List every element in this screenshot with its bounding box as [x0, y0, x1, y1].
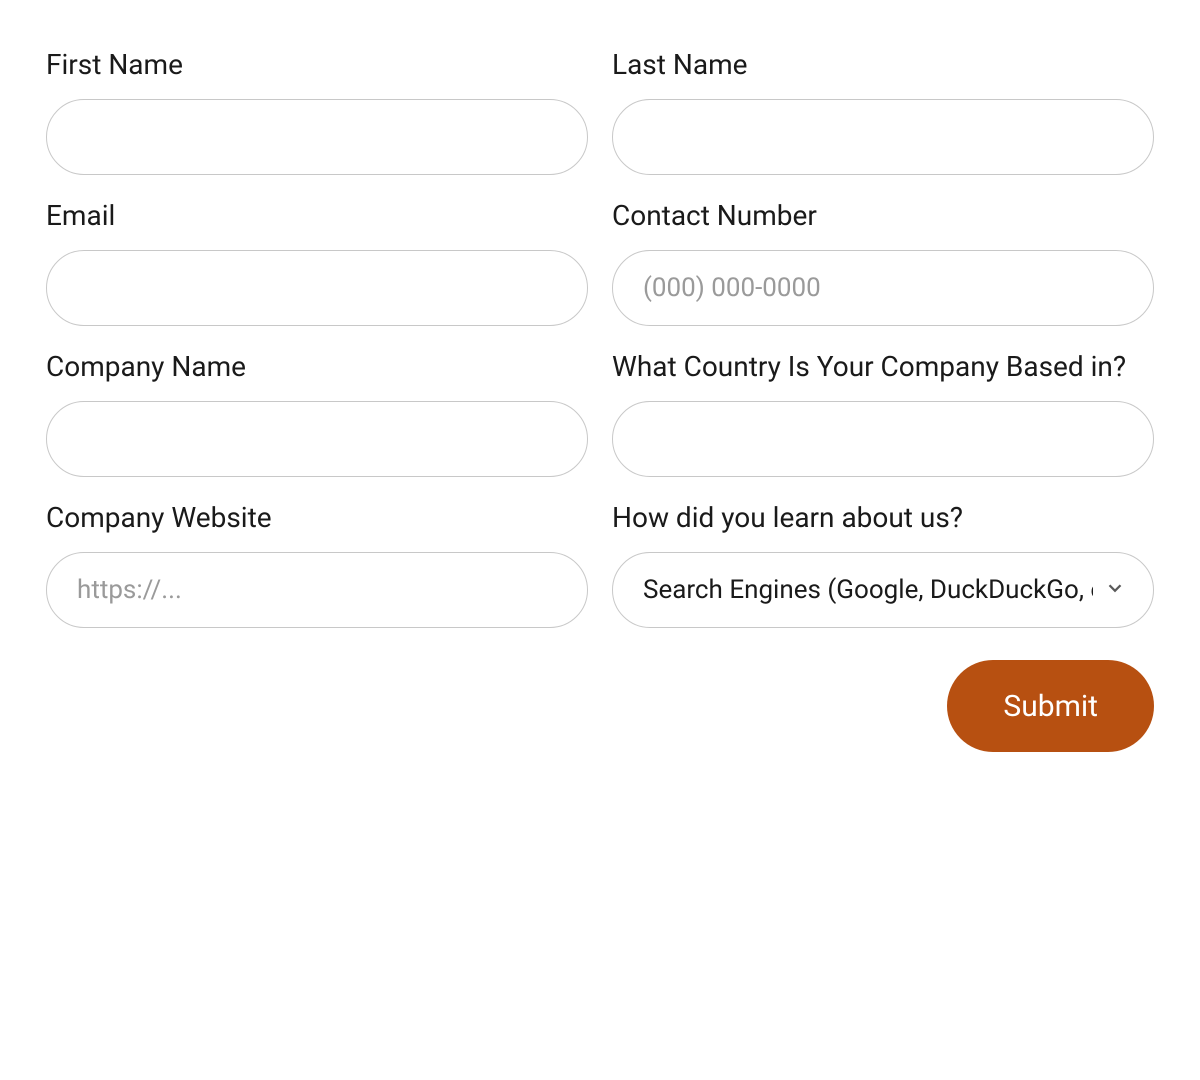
email-field: Email [46, 199, 588, 326]
submit-row: Submit [46, 660, 1154, 752]
last-name-label: Last Name [612, 48, 1154, 81]
company-website-label: Company Website [46, 501, 588, 534]
company-name-field: Company Name [46, 350, 588, 477]
email-input[interactable] [46, 250, 588, 326]
company-country-label: What Country Is Your Company Based in? [612, 350, 1154, 383]
learn-about-select-wrapper: Search Engines (Google, DuckDuckGo, etc) [612, 552, 1154, 628]
contact-number-label: Contact Number [612, 199, 1154, 232]
company-website-input[interactable] [46, 552, 588, 628]
last-name-field: Last Name [612, 48, 1154, 175]
first-name-field: First Name [46, 48, 588, 175]
company-name-input[interactable] [46, 401, 588, 477]
email-label: Email [46, 199, 588, 232]
first-name-label: First Name [46, 48, 588, 81]
company-name-label: Company Name [46, 350, 588, 383]
learn-about-label: How did you learn about us? [612, 501, 1154, 534]
contact-number-input[interactable] [612, 250, 1154, 326]
first-name-input[interactable] [46, 99, 588, 175]
company-country-field: What Country Is Your Company Based in? [612, 350, 1154, 477]
contact-form: First Name Last Name Email Contact Numbe… [46, 48, 1154, 752]
submit-button[interactable]: Submit [947, 660, 1154, 752]
company-country-input[interactable] [612, 401, 1154, 477]
learn-about-field: How did you learn about us? Search Engin… [612, 501, 1154, 628]
last-name-input[interactable] [612, 99, 1154, 175]
company-website-field: Company Website [46, 501, 588, 628]
contact-number-field: Contact Number [612, 199, 1154, 326]
learn-about-select[interactable]: Search Engines (Google, DuckDuckGo, etc) [612, 552, 1154, 628]
